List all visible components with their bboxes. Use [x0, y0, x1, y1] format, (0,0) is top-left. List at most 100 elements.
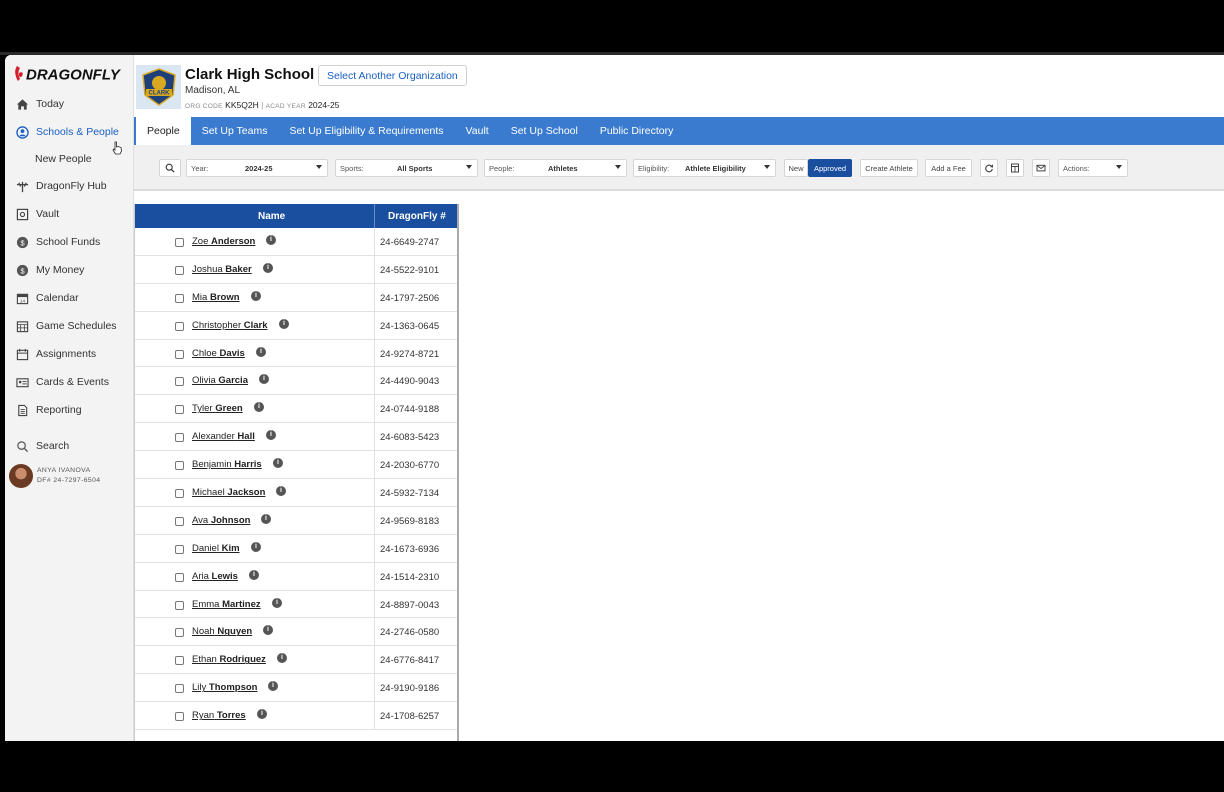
- sidebar-item-reporting[interactable]: Reporting: [15, 400, 82, 420]
- tab-set-up-school[interactable]: Set Up School: [500, 117, 589, 145]
- info-icon[interactable]: i: [272, 597, 282, 608]
- row-checkbox[interactable]: [175, 489, 184, 499]
- info-icon[interactable]: i: [249, 569, 259, 580]
- info-icon[interactable]: i: [263, 262, 273, 273]
- actions-select[interactable]: Actions:: [1058, 159, 1128, 177]
- row-checkbox[interactable]: [175, 712, 184, 722]
- athlete-name-link[interactable]: Emma Martinez: [192, 599, 261, 610]
- column-header-dragonfly[interactable]: DragonFly #: [388, 211, 446, 222]
- email-button[interactable]: [1032, 159, 1050, 177]
- sidebar-subitem-new-people[interactable]: New People: [35, 153, 92, 165]
- sidebar-item-schools-people[interactable]: Schools & People: [15, 122, 119, 142]
- row-checkbox[interactable]: [175, 516, 184, 526]
- table-row[interactable]: Tyler Green 24-0744-9188 i: [135, 395, 457, 424]
- athlete-name-link[interactable]: Tyler Green: [192, 403, 243, 414]
- filter-approved-button[interactable]: Approved: [808, 159, 852, 177]
- athlete-name-link[interactable]: Michael Jackson: [192, 487, 265, 498]
- filter-new-button[interactable]: New: [784, 159, 808, 177]
- row-checkbox[interactable]: [175, 656, 184, 666]
- table-row[interactable]: Joshua Baker 24-5522-9101 i: [135, 255, 457, 284]
- athlete-name-link[interactable]: Ethan Rodriguez: [192, 654, 266, 665]
- info-icon[interactable]: i: [261, 513, 271, 524]
- row-checkbox[interactable]: [175, 238, 184, 247]
- sidebar-item-my-money[interactable]: $ My Money: [15, 260, 84, 280]
- info-icon[interactable]: i: [279, 318, 289, 329]
- sidebar-search[interactable]: Search: [15, 436, 69, 456]
- athlete-name-link[interactable]: Chloe Davis: [192, 348, 245, 359]
- info-icon[interactable]: i: [259, 374, 269, 385]
- athlete-name-link[interactable]: Joshua Baker: [192, 264, 252, 275]
- athlete-name-link[interactable]: Olivia Garcia: [192, 375, 248, 386]
- sports-select[interactable]: Sports: All Sports: [335, 159, 478, 177]
- dragonfly-logo[interactable]: DRAGONFLY: [13, 64, 131, 84]
- info-icon[interactable]: i: [266, 430, 276, 441]
- info-icon[interactable]: i: [273, 458, 283, 469]
- sidebar-item-school-funds[interactable]: $ School Funds: [15, 232, 100, 252]
- create-athlete-button[interactable]: Create Athlete: [860, 159, 918, 177]
- table-row[interactable]: Lily Thompson 24-9190-9186 i: [135, 674, 457, 703]
- sidebar-item-vault[interactable]: Vault: [15, 204, 59, 224]
- people-select[interactable]: People: Athletes: [484, 159, 627, 177]
- table-row[interactable]: Noah Nguyen 24-2746-0580 i: [135, 618, 457, 647]
- refresh-button[interactable]: [980, 159, 998, 177]
- row-checkbox[interactable]: [175, 544, 184, 554]
- info-icon[interactable]: i: [266, 235, 276, 245]
- search-button[interactable]: [159, 159, 181, 177]
- table-row[interactable]: Benjamin Harris 24-2030-6770 i: [135, 451, 457, 480]
- sidebar-item-assignments[interactable]: Assignments: [15, 344, 96, 364]
- sidebar-item-calendar[interactable]: 14 Calendar: [15, 288, 79, 308]
- table-row[interactable]: Zoe Anderson 24-6649-2747 i: [135, 228, 457, 256]
- athlete-name-link[interactable]: Ryan Torres: [192, 710, 246, 721]
- athlete-name-link[interactable]: Noah Nguyen: [192, 626, 252, 637]
- eligibility-select[interactable]: Eligibility: Athlete Eligibility: [633, 159, 776, 177]
- athlete-name-link[interactable]: Alexander Hall: [192, 431, 255, 442]
- row-checkbox[interactable]: [175, 405, 184, 415]
- tab-vault[interactable]: Vault: [455, 117, 500, 145]
- info-icon[interactable]: i: [254, 402, 264, 413]
- info-icon[interactable]: i: [251, 290, 261, 301]
- table-row[interactable]: Emma Martinez 24-8897-0043 i: [135, 590, 457, 619]
- table-row[interactable]: Michael Jackson 24-5932-7134 i: [135, 479, 457, 507]
- table-row[interactable]: Ryan Torres 24-1708-6257 i: [135, 702, 457, 731]
- table-row[interactable]: Mia Brown 24-1797-2506 i: [135, 283, 457, 312]
- table-row[interactable]: Chloe Davis 24-9274-8721 i: [135, 339, 457, 368]
- row-checkbox[interactable]: [175, 377, 184, 387]
- select-organization-button[interactable]: Select Another Organization: [318, 65, 467, 86]
- athlete-name-link[interactable]: Aria Lewis: [192, 571, 238, 582]
- row-checkbox[interactable]: [175, 321, 184, 331]
- row-checkbox[interactable]: [175, 461, 184, 471]
- row-checkbox[interactable]: [175, 628, 184, 638]
- table-row[interactable]: Alexander Hall 24-6083-5423 i: [135, 423, 457, 452]
- athlete-name-link[interactable]: Daniel Kim: [192, 543, 240, 554]
- info-icon[interactable]: i: [276, 486, 286, 497]
- tab-eligibility[interactable]: Set Up Eligibility & Requirements: [278, 117, 454, 145]
- table-row[interactable]: Christopher Clark 24-1363-0645 i: [135, 311, 457, 340]
- row-checkbox[interactable]: [175, 433, 184, 443]
- info-icon[interactable]: i: [257, 709, 267, 720]
- row-checkbox[interactable]: [175, 684, 184, 694]
- athlete-name-link[interactable]: Lily Thompson: [192, 682, 257, 693]
- athlete-name-link[interactable]: Ava Johnson: [192, 515, 250, 526]
- column-header-name[interactable]: Name: [258, 211, 285, 222]
- sidebar-item-cards-events[interactable]: Cards & Events: [15, 372, 109, 392]
- info-icon[interactable]: i: [251, 541, 261, 552]
- tab-set-up-teams[interactable]: Set Up Teams: [191, 117, 279, 145]
- tab-public-directory[interactable]: Public Directory: [589, 117, 685, 145]
- athlete-name-link[interactable]: Benjamin Harris: [192, 459, 262, 470]
- table-row[interactable]: Olivia Garcia 24-4490-9043 i: [135, 367, 457, 396]
- athlete-name-link[interactable]: Christopher Clark: [192, 320, 268, 331]
- row-checkbox[interactable]: [175, 293, 184, 303]
- table-row[interactable]: Ava Johnson 24-9569-8183 i: [135, 506, 457, 535]
- row-checkbox[interactable]: [175, 349, 184, 359]
- info-icon[interactable]: i: [268, 681, 278, 692]
- table-row[interactable]: Ethan Rodriguez 24-6776-8417 i: [135, 646, 457, 675]
- athlete-name-link[interactable]: Mia Brown: [192, 292, 240, 303]
- table-row[interactable]: Daniel Kim 24-1673-6936 i: [135, 534, 457, 563]
- athlete-name-link[interactable]: Zoe Anderson: [192, 236, 255, 247]
- info-icon[interactable]: i: [263, 625, 273, 636]
- add-fee-button[interactable]: Add a Fee: [925, 159, 972, 177]
- table-row[interactable]: Aria Lewis 24-1514-2310 i: [135, 562, 457, 591]
- row-checkbox[interactable]: [175, 600, 184, 610]
- columns-button[interactable]: [1006, 159, 1024, 177]
- tab-people[interactable]: People: [136, 117, 191, 145]
